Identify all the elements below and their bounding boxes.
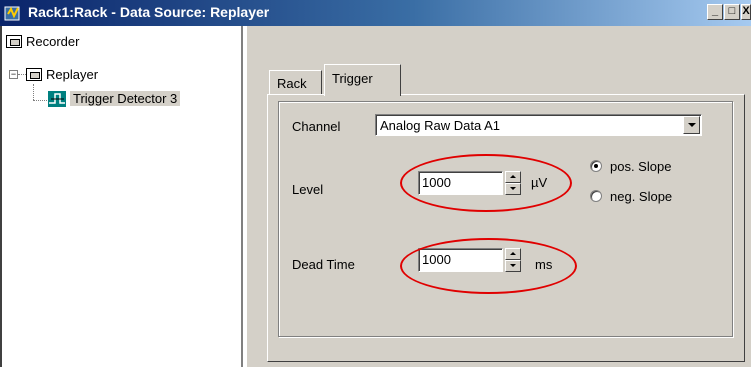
close-button[interactable]: X	[741, 4, 751, 20]
dead-time-highlight-ellipse	[400, 238, 577, 294]
tree-item-label: Replayer	[46, 67, 99, 82]
tree-item-trigger-detector[interactable]: Trigger Detector 3	[48, 90, 238, 108]
window-title: Rack1:Rack - Data Source: Replayer	[28, 4, 270, 20]
channel-value: Analog Raw Data A1	[380, 118, 500, 133]
recorder-icon	[6, 35, 22, 48]
tree-line	[33, 100, 47, 101]
tab-trigger[interactable]: Trigger	[324, 64, 401, 96]
minimize-button[interactable]: _	[707, 4, 723, 20]
trigger-settings-group: Channel Analog Raw Data A1 Level 1000 µV…	[278, 101, 733, 337]
neg-slope-label: neg. Slope	[610, 189, 673, 204]
radio-unchecked-icon	[590, 190, 602, 202]
channel-select[interactable]: Analog Raw Data A1	[375, 114, 702, 136]
pos-slope-label: pos. Slope	[610, 159, 672, 174]
collapse-icon[interactable]: −	[9, 70, 18, 79]
level-label: Level	[292, 182, 324, 197]
maximize-button[interactable]: □	[724, 4, 740, 20]
tree-item-label: Recorder	[26, 34, 80, 49]
properties-pane: Rack Trigger Channel Analog Raw Data A1 …	[245, 26, 751, 367]
tree-item-recorder[interactable]: Recorder	[6, 33, 206, 51]
radio-checked-icon	[590, 160, 602, 172]
tree-line	[18, 74, 26, 75]
tree-item-label: Trigger Detector 3	[70, 91, 181, 106]
level-highlight-ellipse	[400, 154, 572, 212]
tree-line	[33, 84, 34, 100]
dead-time-label: Dead Time	[292, 257, 355, 272]
trigger-tab-panel: Channel Analog Raw Data A1 Level 1000 µV…	[267, 94, 745, 362]
replayer-icon	[26, 68, 42, 81]
app-icon	[4, 6, 20, 21]
tab-rack[interactable]: Rack	[269, 70, 322, 96]
chevron-down-icon[interactable]	[683, 116, 700, 134]
trigger-detector-icon	[48, 91, 66, 107]
rack-tree[interactable]: Recorder − Replayer Trigger Detector 3	[0, 26, 243, 367]
tree-item-replayer[interactable]: Replayer	[26, 66, 226, 84]
window-title-bar[interactable]: Rack1:Rack - Data Source: Replayer _ □ X	[0, 0, 751, 26]
channel-label: Channel	[292, 119, 341, 134]
